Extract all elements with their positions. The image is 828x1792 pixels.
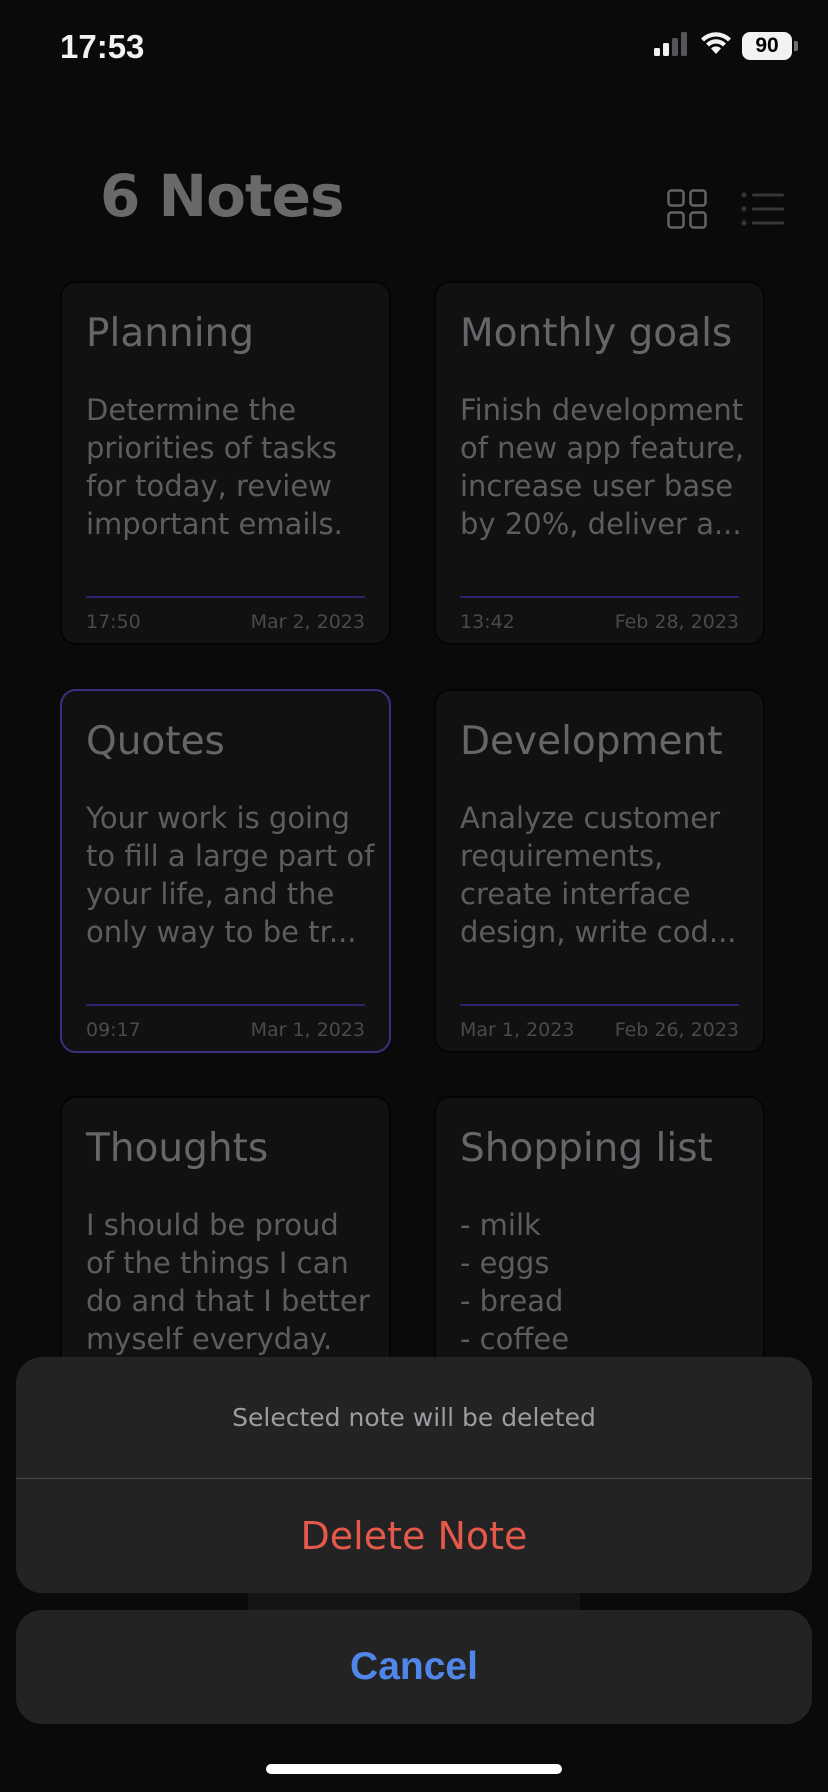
action-sheet: Selected note will be deleted Delete Not… bbox=[16, 1357, 812, 1593]
cancel-button[interactable]: Cancel bbox=[16, 1610, 812, 1724]
background-toolbar-peek bbox=[248, 1593, 580, 1611]
home-indicator[interactable] bbox=[266, 1764, 562, 1774]
action-sheet-message: Selected note will be deleted bbox=[232, 1403, 596, 1432]
delete-note-button[interactable]: Delete Note bbox=[16, 1479, 812, 1593]
